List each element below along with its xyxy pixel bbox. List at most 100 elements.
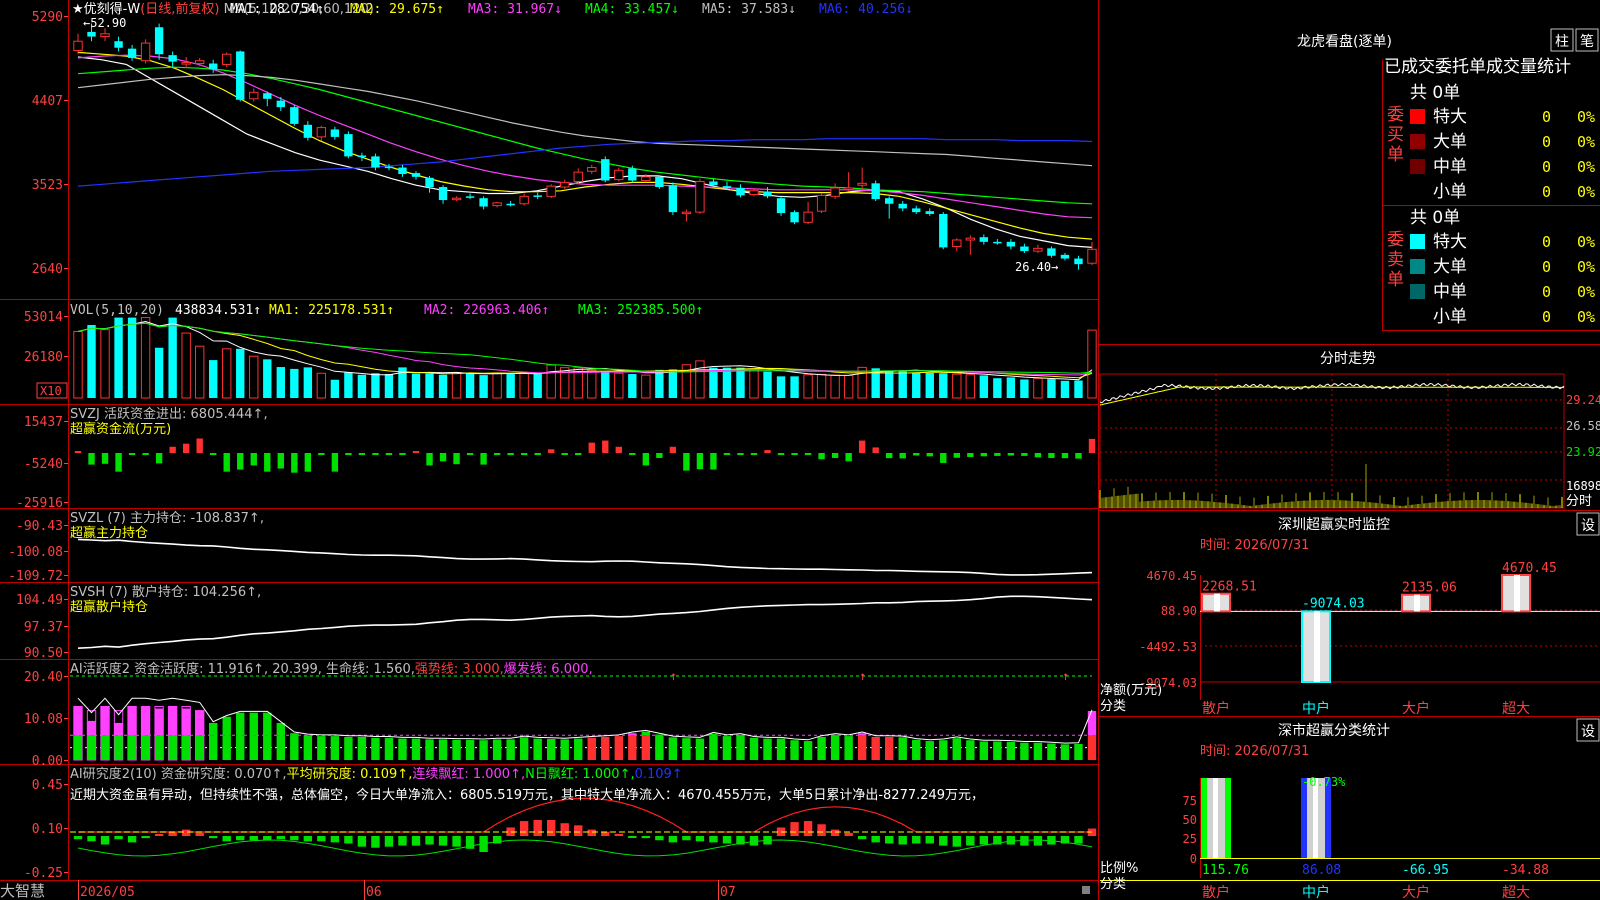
volume-bar-up (816, 373, 827, 399)
svzj-bar (602, 440, 609, 453)
research-bar (844, 832, 853, 836)
candle-body-up (73, 40, 83, 52)
volume-bar-down (1060, 380, 1070, 398)
order-count: 0 (1542, 258, 1551, 276)
activity-bar (790, 740, 799, 760)
activity-bar (479, 740, 488, 760)
svzj-bar (723, 453, 731, 455)
candle-body-up (614, 169, 624, 181)
class-bar-shine (1313, 778, 1318, 858)
research-bar (411, 836, 421, 846)
order-label: 小单 (1433, 182, 1467, 202)
monitor-unit-label: 净额(万元) (1100, 683, 1162, 698)
monitor-value-label: 2268.51 (1202, 580, 1257, 595)
order-pct: 0% (1577, 108, 1595, 126)
activity-bar (1087, 735, 1097, 760)
monitor-category: 中户 (1302, 700, 1330, 717)
svzj-bar (575, 453, 582, 455)
candle-body-up (100, 33, 110, 38)
svzl-line (77, 538, 1093, 576)
y-tick-label: 0.10 (32, 822, 63, 837)
dragon-title: 龙虎看盘(逐单) (1297, 33, 1392, 50)
activity-bar (465, 739, 475, 760)
svzj-bar (277, 453, 284, 469)
volume-bar-down (506, 374, 515, 398)
monitor-category: 散户 (1202, 700, 1230, 717)
zhu-button-label: 柱 (1555, 34, 1569, 50)
volume-bar-up (451, 372, 462, 399)
monitor-bar-shine (1414, 594, 1420, 612)
monitor-category: 超大 (1502, 701, 1530, 717)
sz-class-chart: 75 50 25 0 -0.73% 115.76 散户 86.08 中户 -66.95 大户 -34.… (1100, 775, 1600, 900)
class-y-label: 50 (1183, 813, 1197, 827)
activity-bar (952, 738, 961, 760)
sell-orders-table: 委卖单 共 0单特大 0 0% 大单 0 0% 中单 0 0% 小单 0 0% (1387, 208, 1595, 327)
activity-bar (87, 735, 96, 760)
svzj-bar (520, 453, 528, 456)
candle-body-up (857, 182, 867, 186)
research-bar (830, 829, 840, 836)
class-category: 中户 (1302, 884, 1330, 900)
volume-bar-up (695, 360, 705, 399)
activity-bar-top (127, 706, 137, 736)
order-total: 共 0单 (1410, 208, 1460, 228)
volume-bar-down (776, 376, 786, 398)
candle-body-down (398, 167, 407, 175)
svsh-title: SVSH (7) 散户持仓: 104.256↑, (70, 584, 261, 600)
svzj-bar (128, 453, 136, 455)
class-ratio-label: 比例% (1100, 861, 1138, 876)
research-bar (317, 836, 326, 842)
research-bar (817, 824, 826, 836)
volume-bar-down (709, 367, 718, 398)
research-bar (438, 836, 448, 846)
research-bar (628, 836, 637, 838)
side-label-char: 委 (1387, 105, 1404, 125)
monitor-class-label: 分类 (1100, 699, 1126, 714)
ai-activity-bars: ↑ ↑ ↑ (70, 669, 1097, 761)
y-tick-label: 4407 (32, 94, 63, 109)
y-tick-label: 26180 (24, 350, 63, 365)
ma-legend-item: MA4: 33.457↓ (585, 2, 679, 17)
volume-bar-up (73, 330, 83, 399)
activity-bar (925, 741, 934, 760)
candle-body-down (912, 208, 921, 213)
svzj-bar (561, 453, 568, 455)
y-tick-label: 53014 (24, 310, 63, 325)
candle-body-down (1006, 241, 1016, 247)
volume-bar-down (1006, 377, 1016, 398)
vol-unit: X10 (40, 384, 62, 398)
intraday-price-label: 23.92 (1566, 445, 1600, 459)
svzj-bar (1007, 453, 1015, 456)
y-tick-label: 10.08 (24, 712, 63, 727)
research-bar (574, 825, 583, 836)
order-count: 0 (1542, 133, 1551, 151)
volume-bar-down (722, 367, 732, 398)
candle-body-up (830, 187, 840, 197)
y-tick-label: -0.25 (24, 866, 63, 881)
research-bar (1033, 836, 1043, 846)
activity-bar (1047, 743, 1056, 760)
candle-body-up (1087, 248, 1097, 264)
volume-bar-down (263, 359, 272, 398)
research-bar (939, 836, 948, 846)
activity-bar-top (222, 716, 231, 736)
candle-body-down (303, 124, 313, 138)
svzj-bar (358, 453, 366, 455)
svzj-bar (466, 453, 474, 456)
candle-body-down (290, 107, 299, 124)
activity-bar (154, 735, 164, 760)
research-bar (452, 836, 461, 847)
volume-bar-down (898, 371, 907, 398)
volume-bar-up (194, 345, 205, 399)
order-label: 大单 (1433, 257, 1467, 277)
ai2-title: AI活跃度2 资金活跃度: 11.916↑, 20.399, 生命线: 1.56… (70, 661, 593, 677)
frame-lines (0, 0, 1600, 900)
volume-bar-down (236, 348, 245, 398)
activity-bar (1020, 742, 1029, 760)
activity-bar (574, 738, 583, 760)
class-bar-shine (1213, 778, 1218, 858)
activity-bar (371, 737, 380, 760)
order-label: 特大 (1433, 107, 1467, 127)
class-top-label: -0.73% (1302, 775, 1346, 789)
candle-body-down (1074, 258, 1083, 265)
